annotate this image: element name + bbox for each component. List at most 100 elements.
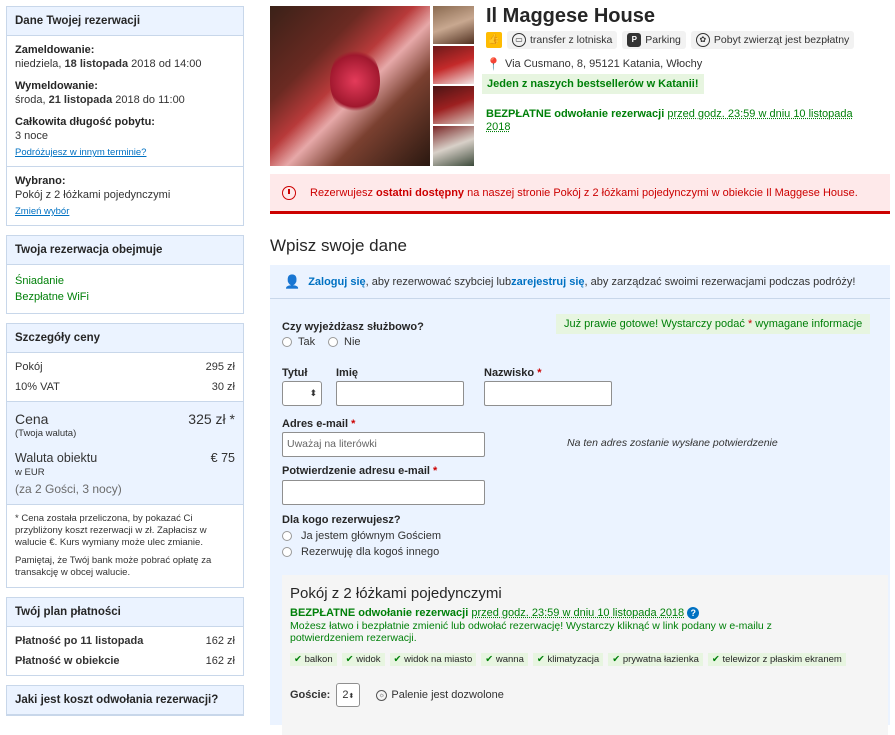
badge-pets-label: Pobyt zwierząt jest bezpłatny bbox=[713, 34, 850, 46]
price-breakdown: Pokój 295 zł 10% VAT 30 zł bbox=[7, 353, 243, 402]
sidebar: Dane Twojej rezerwacji Zameldowanie: nie… bbox=[6, 6, 244, 725]
hotel-name: Il Maggese House bbox=[486, 5, 655, 27]
hotel-address-text: Via Cusmano, 8, 95121 Katania, Włochy bbox=[504, 58, 703, 70]
radio-label: Nie bbox=[344, 336, 361, 348]
checkout-day: środa, bbox=[15, 94, 49, 106]
alert-text: Rezerwujesz ostatni dostępny na naszej s… bbox=[310, 187, 858, 199]
checkin-date: 18 listopada bbox=[64, 58, 129, 70]
selected-label: Wybrano: bbox=[15, 175, 66, 187]
checkin-label: Zameldowanie: bbox=[15, 44, 95, 56]
other-dates-link[interactable]: Podróżujesz w innym terminie? bbox=[15, 147, 146, 158]
checkout-time: 2018 do 11:00 bbox=[112, 94, 185, 106]
radio-circle[interactable] bbox=[282, 337, 292, 347]
selected-room: Wybrano: Pokój z 2 łóżkami pojedynczymi … bbox=[7, 167, 243, 225]
change-selection-link[interactable]: Zmień wybór bbox=[15, 206, 69, 217]
amenity-tag: prywatna łazienka bbox=[608, 653, 703, 666]
hotel-thumbnail[interactable] bbox=[433, 126, 474, 166]
title-select[interactable]: ⬍ bbox=[282, 381, 322, 406]
login-post-text: , aby zarządzać swoimi rezerwacjami podc… bbox=[584, 275, 856, 288]
total-row: Cena 325 zł * bbox=[15, 410, 235, 428]
property-currency-label: Waluta obiektu bbox=[15, 451, 98, 465]
room-card: Pokój z 2 łóżkami pojedynczymi BEZPŁATNE… bbox=[282, 575, 888, 735]
room-free-cancel-until[interactable]: przed godz. 23:59 w dniu 10 listopada 20… bbox=[471, 607, 684, 619]
email-input[interactable]: Uważaj na literówki bbox=[282, 432, 485, 457]
business-trip-label: Czy wyjeżdżasz służbowo? bbox=[282, 321, 424, 333]
last-available-alert: Rezerwujesz ostatni dostępny na naszej s… bbox=[270, 174, 890, 214]
alert-text-strong: ostatni dostępny bbox=[376, 186, 465, 199]
price-row-room: Pokój 295 zł bbox=[15, 357, 235, 377]
for-me-radio[interactable]: Ja jestem głównym Gościem bbox=[282, 530, 441, 542]
hotel-main-photo[interactable] bbox=[270, 6, 430, 166]
checkin-value: niedziela, 18 listopada 2018 od 14:00 bbox=[15, 58, 235, 70]
amenity-tag: wanna bbox=[481, 653, 528, 666]
thumbs-up-icon: 👍 bbox=[486, 32, 502, 48]
payment-plan-box: Twój plan płatności Płatność po 11 listo… bbox=[6, 597, 244, 676]
title-label: Tytuł bbox=[282, 367, 308, 379]
amenity-tag: telewizor z płaskim ekranem bbox=[707, 653, 846, 666]
room-free-cancellation: BEZPŁATNE odwołanie rezerwacji przed god… bbox=[290, 607, 700, 619]
reservation-details-title: Dane Twojej rezerwacji bbox=[7, 7, 243, 36]
hotel-thumbnail[interactable] bbox=[433, 46, 474, 84]
vat-value: 30 zł bbox=[211, 381, 235, 393]
amenity-tag: widok bbox=[341, 653, 385, 666]
checkin-time: 2018 od 14:00 bbox=[128, 58, 202, 70]
alert-text-post: na naszej stronie Pokój z 2 łóżkami poje… bbox=[464, 186, 858, 199]
login-link[interactable]: Zaloguj się bbox=[308, 276, 365, 288]
amenity-tag: balkon bbox=[290, 653, 337, 666]
stay-length-value: 3 noce bbox=[15, 130, 49, 142]
payment-row-label: Płatność po 11 listopada bbox=[15, 635, 144, 647]
guests-label: Goście: bbox=[290, 689, 331, 701]
checkout-label: Wymeldowanie: bbox=[15, 80, 98, 92]
room-free-cancel-label: BEZPŁATNE odwołanie rezerwacji bbox=[290, 607, 469, 619]
cancellation-cost-title: Jaki jest koszt odwołania rezerwacji? bbox=[7, 686, 243, 715]
form-fields: Czy wyjeżdżasz służbowo? Tak Nie Już pra… bbox=[270, 300, 890, 735]
reservation-details-box: Dane Twojej rezerwacji Zameldowanie: nie… bbox=[6, 6, 244, 226]
payment-row-label: Płatność w obiekcie bbox=[15, 655, 120, 667]
payment-plan-title: Twój plan płatności bbox=[7, 598, 243, 627]
almost-pre: Już prawie gotowe! Wystarczy podać bbox=[564, 318, 748, 330]
price-box: Szczegóły ceny Pokój 295 zł 10% VAT 30 zł … bbox=[6, 323, 244, 588]
hotel-thumbnail[interactable] bbox=[433, 86, 474, 124]
price-notes: * Cena została przeliczona, by pokazać C… bbox=[7, 505, 243, 587]
form-section-title: Wpisz swoje dane bbox=[270, 236, 408, 255]
badge-parking-label: Parking bbox=[645, 34, 681, 46]
help-icon[interactable]: ? bbox=[687, 607, 700, 619]
business-no-radio[interactable]: Nie bbox=[328, 336, 361, 348]
login-mid-text: , aby rezerwować szybciej lub bbox=[365, 275, 512, 288]
payment-row-value: 162 zł bbox=[205, 635, 235, 647]
firstname-input[interactable] bbox=[336, 381, 464, 406]
includes-list: Śniadanie Bezpłatne WiFi bbox=[7, 265, 243, 313]
shuttle-icon: ▭ bbox=[512, 33, 526, 47]
lastname-input[interactable] bbox=[484, 381, 612, 406]
for-other-radio[interactable]: Rezerwuję dla kogoś innego bbox=[282, 546, 439, 558]
radio-label: Rezerwuję dla kogoś innego bbox=[301, 546, 440, 558]
guests-select[interactable]: 2⬍ bbox=[336, 683, 361, 707]
payment-row: Płatność w obiekcie 162 zł bbox=[15, 651, 235, 671]
paw-icon: ✿ bbox=[695, 33, 710, 47]
register-link[interactable]: zarejestruj się bbox=[511, 276, 584, 288]
price-note-bank: Pamiętaj, że Twój bank może pobrać opłat… bbox=[15, 555, 212, 578]
room-price-label: Pokój bbox=[15, 361, 43, 373]
selected-value: Pokój z 2 łóżkami pojedynczymi bbox=[15, 189, 171, 201]
location-pin-icon: 📍 bbox=[486, 57, 501, 71]
radio-circle[interactable] bbox=[328, 337, 338, 347]
radio-circle[interactable] bbox=[282, 547, 292, 557]
guest-details-form: 👤 Zaloguj się , aby rezerwować szybciej … bbox=[270, 265, 890, 735]
email-confirm-label: Potwierdzenie adresu e-mail * bbox=[282, 465, 437, 477]
room-title: Pokój z 2 łóżkami pojedynczymi bbox=[290, 585, 502, 602]
include-item: Bezpłatne WiFi bbox=[15, 291, 89, 303]
email-label: Adres e-mail * bbox=[282, 418, 355, 430]
badge-transfer-label: transfer z lotniska bbox=[530, 34, 613, 46]
amenity-tag: widok na miasto bbox=[389, 653, 477, 666]
firstname-label: Imię bbox=[336, 367, 359, 379]
checkout-date: 21 listopada bbox=[48, 94, 113, 106]
checkin-day: niedziela, bbox=[15, 58, 65, 70]
lastname-label-text: Nazwisko bbox=[484, 367, 535, 379]
hotel-thumbnail[interactable] bbox=[433, 6, 474, 44]
user-icon: 👤 bbox=[284, 273, 301, 289]
smoking-icon: ☼ bbox=[376, 689, 388, 701]
business-yes-radio[interactable]: Tak bbox=[282, 336, 315, 348]
radio-circle[interactable] bbox=[282, 531, 292, 541]
price-row-vat: 10% VAT 30 zł bbox=[15, 377, 235, 397]
email-confirm-input[interactable] bbox=[282, 480, 485, 505]
